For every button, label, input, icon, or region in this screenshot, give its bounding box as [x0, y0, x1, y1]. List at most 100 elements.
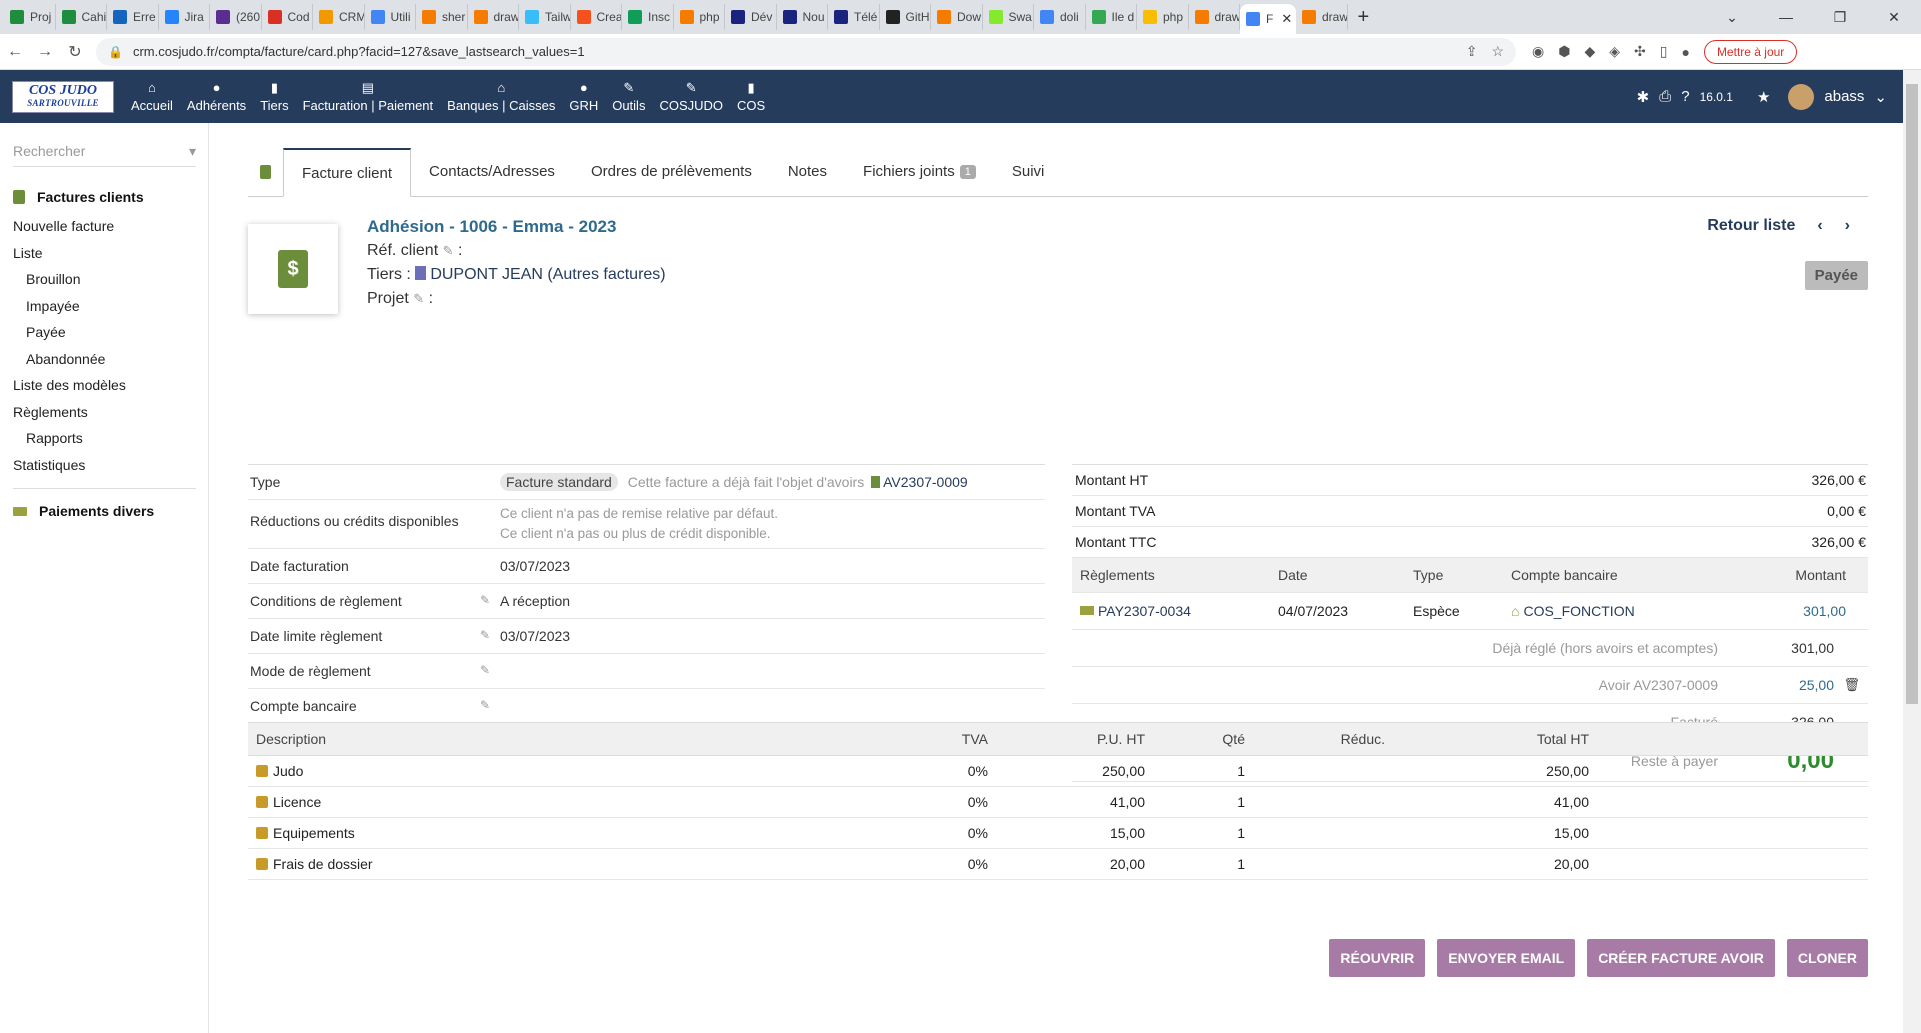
product-label[interactable]: Frais de dossier: [273, 856, 373, 872]
menu-item-cosjudo[interactable]: ✎ COSJUDO: [652, 80, 730, 113]
credit-note-link[interactable]: AV2307-0009: [883, 474, 968, 490]
sidebar-item[interactable]: Règlements: [13, 399, 196, 426]
menu-item-banques-caisses[interactable]: ⌂ Banques | Caisses: [440, 80, 562, 113]
new-tab-button[interactable]: +: [1358, 6, 1370, 29]
tab-fichiers-joints[interactable]: Fichiers joints 1: [845, 147, 994, 196]
menu-item-facturation-paiement[interactable]: ▤ Facturation | Paiement: [296, 80, 441, 113]
chevron-down-icon[interactable]: ▾: [189, 143, 196, 160]
extension-icon[interactable]: ◆: [1584, 43, 1595, 60]
bank-account-link[interactable]: COS_FONCTION: [1523, 603, 1634, 619]
browser-tab[interactable]: Cod: [262, 4, 313, 30]
browser-tab[interactable]: (260: [210, 4, 262, 30]
product-label[interactable]: Judo: [273, 763, 303, 779]
user-name[interactable]: abass: [1824, 88, 1864, 105]
sidebar-section-paiements-divers[interactable]: Paiements divers: [13, 503, 196, 519]
browser-tab[interactable]: F ✕: [1240, 4, 1296, 34]
share-icon[interactable]: ⇪: [1466, 43, 1478, 60]
browser-tab[interactable]: php: [674, 4, 725, 30]
minimize-icon[interactable]: —: [1759, 9, 1813, 25]
browser-tab[interactable]: Crea: [571, 4, 622, 30]
sidebar-item[interactable]: Rapports: [13, 425, 196, 452]
product-label[interactable]: Licence: [273, 794, 321, 810]
browser-tab[interactable]: Swa: [983, 4, 1034, 30]
sidebar-item[interactable]: Brouillon: [13, 266, 196, 293]
profile-icon[interactable]: ●: [1681, 44, 1689, 60]
avatar[interactable]: [1788, 83, 1815, 110]
pencil-icon[interactable]: ✎: [480, 584, 500, 618]
print-icon[interactable]: ⎙: [1659, 88, 1671, 105]
extension-icon[interactable]: ◈: [1609, 43, 1620, 60]
sidebar-search[interactable]: Rechercher ▾: [13, 143, 196, 167]
chevron-down-icon[interactable]: ⌄: [1874, 88, 1887, 106]
browser-tab[interactable]: sher: [416, 4, 468, 30]
browser-tab[interactable]: Utili: [365, 4, 416, 30]
update-button[interactable]: Mettre à jour: [1703, 39, 1798, 64]
sidebar-item[interactable]: Statistiques: [13, 452, 196, 479]
help-icon[interactable]: ?: [1681, 88, 1689, 105]
tab-search-icon[interactable]: ⌄: [1705, 9, 1759, 26]
browser-tab[interactable]: Nou: [777, 4, 828, 30]
payment-ref-link[interactable]: PAY2307-0034: [1098, 603, 1191, 619]
logo[interactable]: COS JUDO SARTROUVILLE: [12, 80, 114, 113]
menu-item-accueil[interactable]: ⌂ Accueil: [124, 80, 180, 113]
pencil-icon[interactable]: ✎: [413, 291, 424, 306]
sidebar-item[interactable]: Payée: [13, 319, 196, 346]
sidebar-item[interactable]: Nouvelle facture: [13, 213, 196, 240]
tiers-link[interactable]: DUPONT JEAN (Autres factures): [430, 266, 665, 283]
browser-tab[interactable]: Proj: [4, 4, 56, 30]
summary-label[interactable]: Avoir AV2307-0009: [1599, 677, 1718, 693]
adblock-icon[interactable]: ⬢: [1558, 43, 1570, 60]
back-to-list-link[interactable]: Retour liste: [1707, 217, 1795, 235]
sidepanel-icon[interactable]: ▯: [1660, 43, 1668, 60]
browser-tab[interactable]: GitH: [880, 4, 931, 30]
reopen-button[interactable]: RÉOUVRIR: [1329, 939, 1426, 977]
close-icon[interactable]: ✕: [1281, 11, 1292, 27]
trash-icon[interactable]: 🗑: [1834, 677, 1860, 693]
tab-suivi[interactable]: Suivi: [994, 147, 1063, 196]
pencil-icon[interactable]: ✎: [480, 654, 500, 688]
browser-tab[interactable]: Tailw: [519, 4, 571, 30]
menu-item-outils[interactable]: ✎ Outils: [605, 80, 652, 113]
bookmark-star-icon[interactable]: ★: [1757, 88, 1770, 106]
browser-tab[interactable]: Jira: [159, 4, 210, 30]
browser-tab[interactable]: Insc: [622, 4, 674, 30]
scrollbar-thumb[interactable]: [1906, 84, 1918, 704]
extension-icon[interactable]: ◉: [1532, 43, 1544, 60]
reload-icon[interactable]: ↻: [60, 42, 90, 62]
page-scrollbar[interactable]: [1903, 70, 1921, 1033]
sidebar-item[interactable]: Liste des modèles: [13, 372, 196, 399]
product-label[interactable]: Equipements: [273, 825, 355, 841]
tab-notes[interactable]: Notes: [770, 147, 845, 196]
pencil-icon[interactable]: ✎: [443, 243, 454, 258]
browser-tab[interactable]: Ile d: [1086, 4, 1137, 30]
browser-tab[interactable]: Dow: [931, 4, 983, 30]
back-icon[interactable]: ←: [0, 43, 30, 61]
url-field[interactable]: 🔒 crm.cosjudo.fr/compta/facture/card.php…: [96, 37, 1516, 66]
send-email-button[interactable]: ENVOYER EMAIL: [1437, 939, 1576, 977]
close-window-icon[interactable]: ✕: [1867, 9, 1921, 26]
browser-tab[interactable]: doli: [1034, 4, 1086, 30]
tab-contacts-adresses[interactable]: Contacts/Adresses: [411, 147, 573, 196]
menu-item-adh-rents[interactable]: ● Adhérents: [180, 80, 253, 113]
browser-tab[interactable]: php: [1137, 4, 1189, 30]
browser-tab[interactable]: Dév: [725, 4, 777, 30]
clone-button[interactable]: CLONER: [1786, 939, 1868, 977]
pencil-icon[interactable]: ✎: [480, 689, 500, 723]
browser-tab[interactable]: CRM: [313, 4, 365, 30]
sidebar-item[interactable]: Liste: [13, 240, 196, 267]
sidebar-item[interactable]: Impayée: [13, 293, 196, 320]
browser-tab[interactable]: draw: [1189, 4, 1240, 30]
forward-icon[interactable]: →: [30, 43, 60, 61]
menu-item-cos[interactable]: ▮ COS: [730, 80, 772, 113]
browser-tab[interactable]: Erre: [107, 4, 159, 30]
bookmark-star-icon[interactable]: ☆: [1491, 43, 1504, 60]
create-credit-note-button[interactable]: CRÉER FACTURE AVOIR: [1587, 939, 1775, 977]
browser-tab[interactable]: draw: [468, 4, 519, 30]
menu-item-grh[interactable]: ● GRH: [562, 80, 605, 113]
browser-tab[interactable]: Cahi: [56, 4, 107, 30]
tab-facture-client[interactable]: Facture client: [283, 148, 412, 197]
puzzle-icon[interactable]: ✣: [1634, 43, 1646, 60]
tab-ordres-de-pr-l-vements[interactable]: Ordres de prélèvements: [573, 147, 770, 196]
chevron-left-icon[interactable]: ‹: [1817, 217, 1822, 235]
bug-icon[interactable]: ✱: [1637, 88, 1650, 106]
